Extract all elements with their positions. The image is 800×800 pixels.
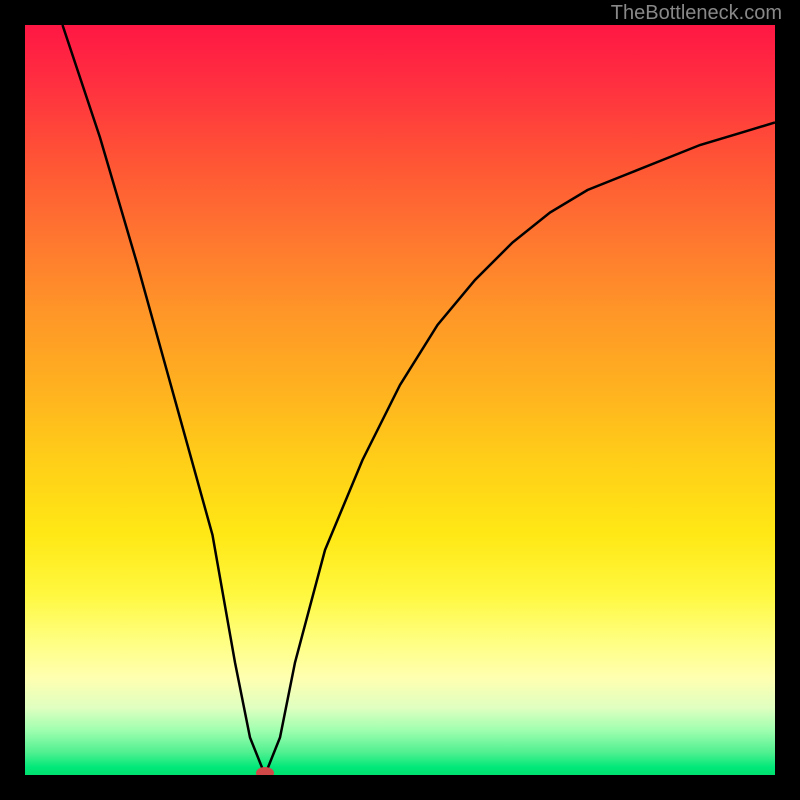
chart-border-bottom xyxy=(25,775,775,778)
minimum-marker xyxy=(256,767,274,775)
curve-line xyxy=(25,25,775,775)
chart-container: TheBottleneck.com xyxy=(0,0,800,800)
chart-plot-area xyxy=(25,25,775,775)
chart-border-left xyxy=(22,25,25,775)
chart-border-right xyxy=(775,25,778,775)
watermark-text: TheBottleneck.com xyxy=(611,2,782,25)
